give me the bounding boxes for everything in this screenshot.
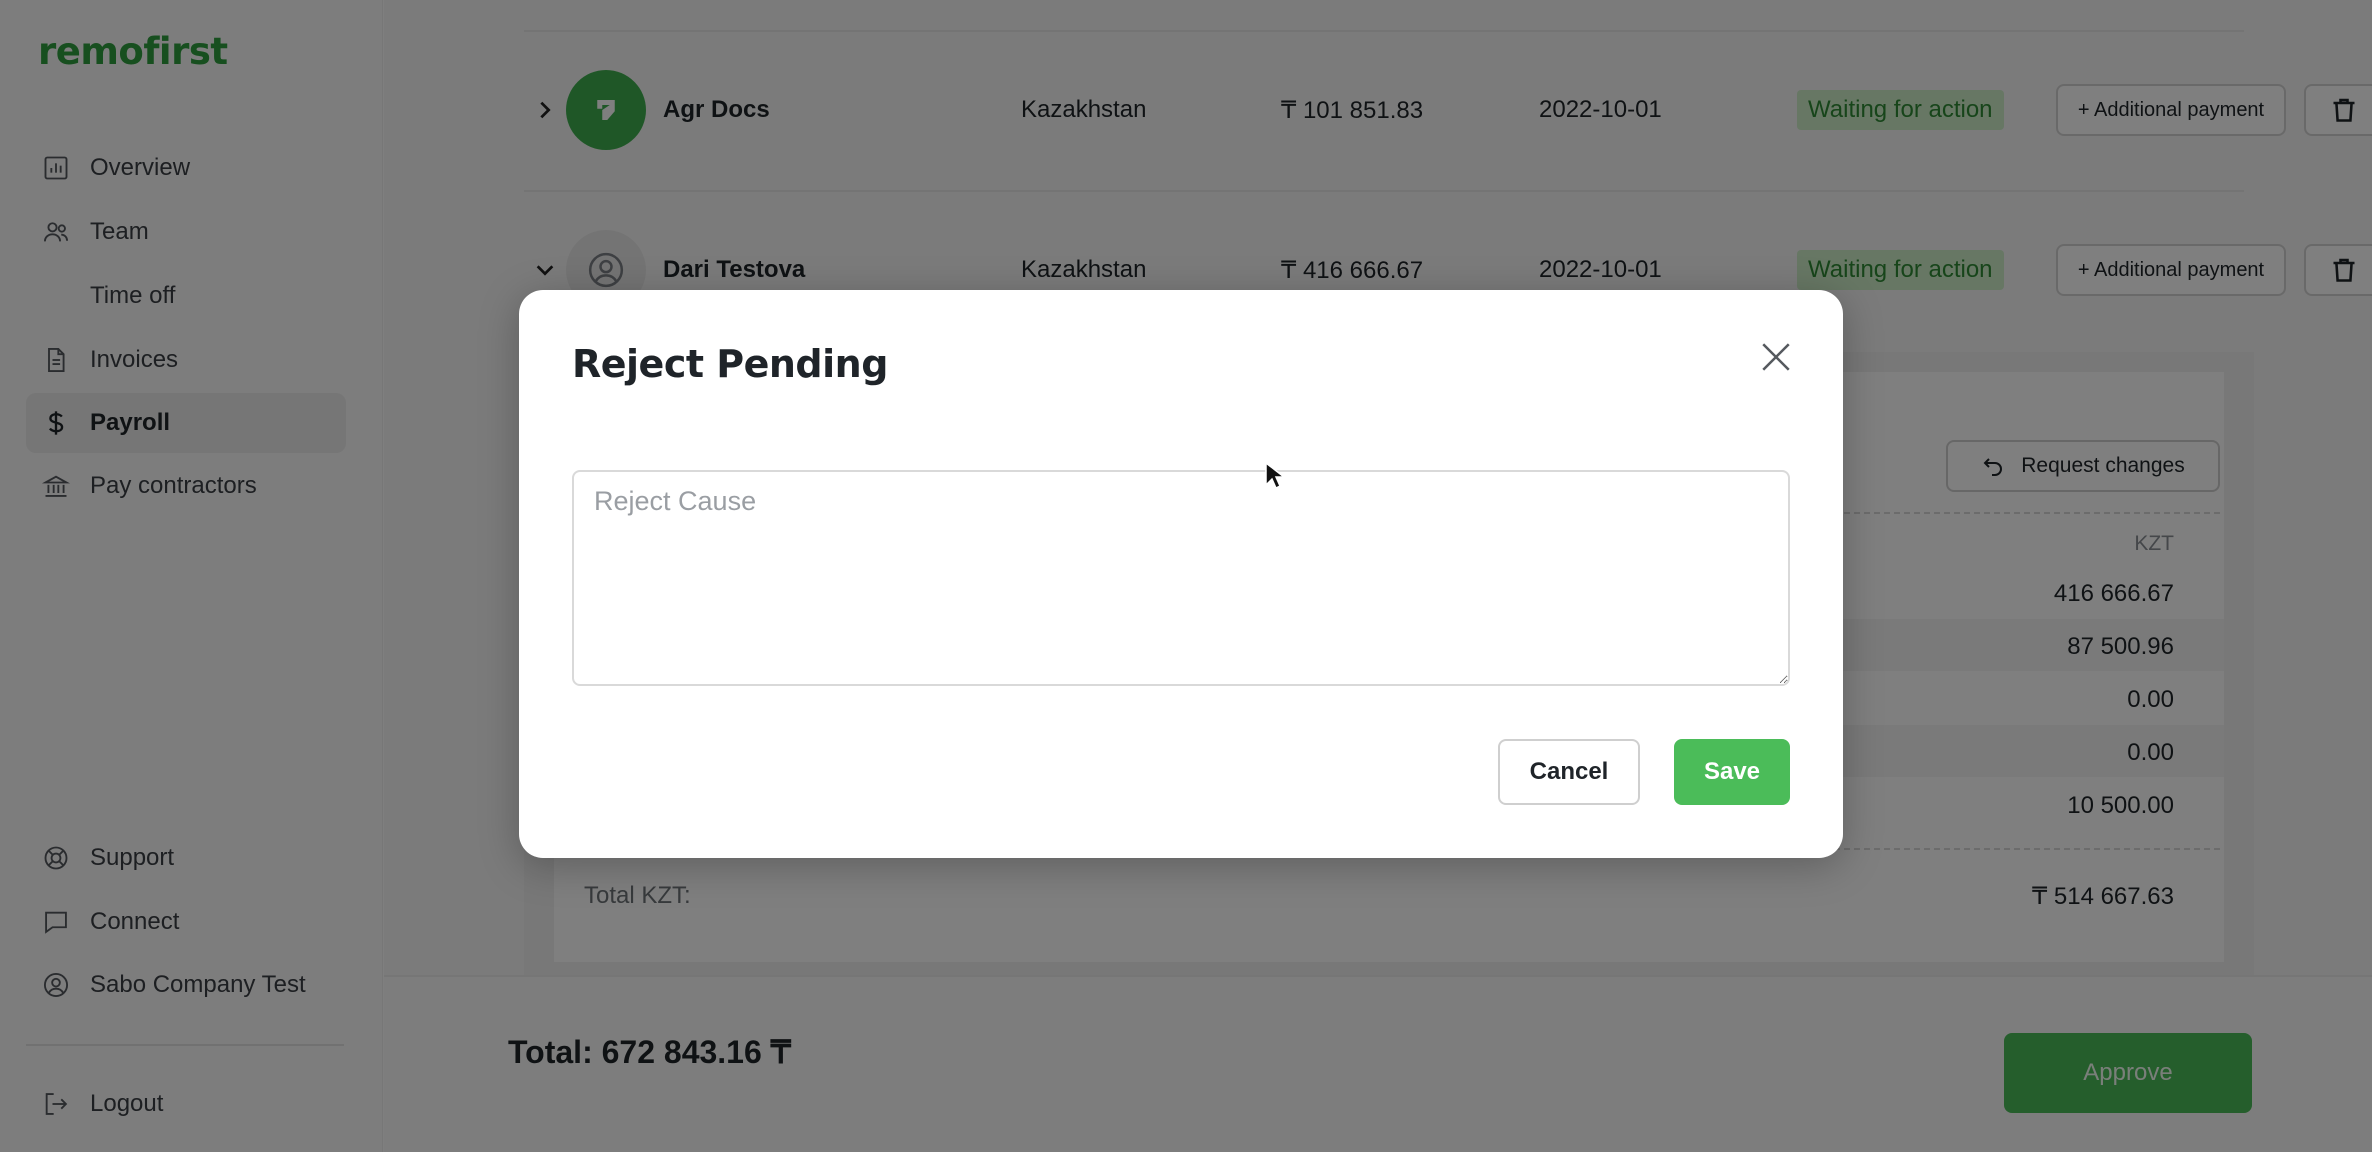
reject-modal: Reject Pending Cancel Save [519, 290, 1843, 858]
cancel-button[interactable]: Cancel [1498, 739, 1640, 805]
reject-cause-input[interactable] [572, 470, 1790, 686]
save-button[interactable]: Save [1674, 739, 1790, 805]
close-icon [1762, 343, 1790, 371]
modal-title: Reject Pending [572, 342, 888, 386]
mouse-cursor-icon [1265, 461, 1286, 490]
close-button[interactable] [1756, 337, 1796, 377]
